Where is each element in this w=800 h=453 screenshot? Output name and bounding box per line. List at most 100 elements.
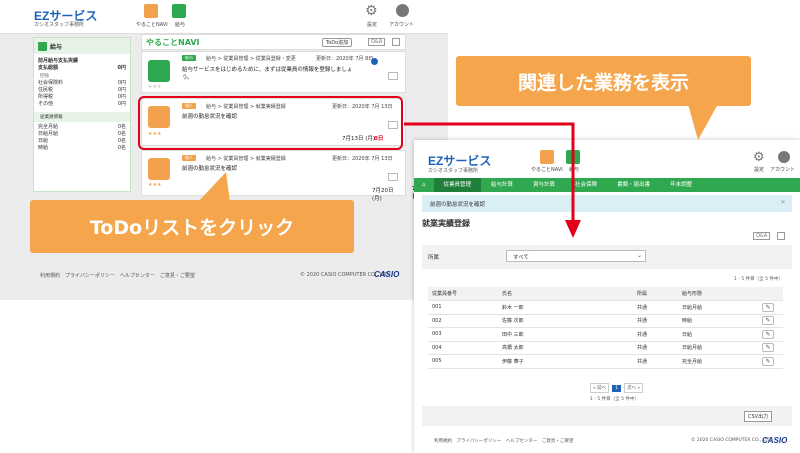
table-header: 従業員番号 氏名 所属 給与形態 [428, 287, 783, 301]
list-item: 日給月給 0名 [38, 131, 126, 137]
todo-text: 前週の勤怠状況を確認 [182, 166, 238, 172]
logo-sub: カシオスタッフ事務所 [34, 22, 85, 28]
gear-icon[interactable]: ⚙ [753, 151, 765, 164]
filter-label: 所属 [428, 255, 440, 261]
popout-icon[interactable] [777, 232, 785, 240]
col-affiliation: 所属 [633, 287, 678, 301]
pager-next[interactable]: 次へ » [624, 383, 644, 393]
filter-select[interactable]: すべて ⌄ [506, 250, 646, 262]
edit-icon[interactable]: ✎ [762, 329, 774, 339]
close-icon[interactable]: × [780, 198, 786, 206]
employee-list: 完全月給 0名 日給月給 0名 日給 0名 時給 0名 [34, 122, 130, 152]
star-rating: ★★★ [148, 84, 162, 90]
result-count: 1 - 5 件目（全 5 件中） [734, 277, 783, 282]
expand-button[interactable] [388, 72, 398, 80]
category-badge: 個人 [182, 155, 196, 161]
callout-click-todo: ToDoリストをクリック [30, 200, 354, 253]
todo-card[interactable]: ★★★ 個人 給与 > 従業員管理 > 就業実績登録 更新日：2020年 7月 … [141, 150, 418, 202]
footer-links[interactable]: 利用規約 プライバシーポリシー ヘルプセンター ご意見・ご要望 [434, 438, 573, 444]
edit-icon[interactable]: ✎ [762, 316, 774, 326]
edit-icon[interactable]: ✎ [762, 343, 774, 353]
pager-page[interactable]: 1 [612, 384, 622, 392]
todo-card[interactable]: ★★★ 給与 給与 > 従業員管理 > 従業員登録・変更 更新日：2020年 7… [141, 51, 406, 93]
list-item: 住民税 0円 [38, 87, 126, 93]
qa-button[interactable]: Q&A [753, 232, 771, 240]
panel-header: 給与 [34, 38, 130, 54]
table-row[interactable]: 004 高橋 太郎 共通 日給月給 ✎ [428, 341, 783, 355]
breadcrumb: 給与 > 従業員管理 > 就業実績登録 [206, 156, 286, 162]
highlight-frame [138, 96, 403, 150]
settings-label: 設定 [754, 167, 765, 173]
list-item: 社会保険料 0円 [38, 80, 126, 86]
todo-add-button[interactable]: ToDo追加 [322, 38, 353, 47]
popout-icon[interactable] [392, 38, 400, 46]
col-name[interactable]: 氏名 [498, 287, 633, 301]
callout-related-tasks: 関連した業務を表示 [456, 56, 751, 106]
list-item: その他 0円 [38, 101, 126, 107]
pagination: « 前へ 1 次へ » [590, 383, 644, 393]
paid-label: 支払総額 [38, 65, 59, 71]
payroll-icon [38, 41, 47, 51]
list-item: 日給 0名 [38, 138, 126, 144]
payroll-icon [148, 60, 170, 82]
table-row[interactable]: 002 佐藤 次郎 共通 時給 ✎ [428, 314, 783, 328]
nav-documents[interactable]: 書類・届出書 [607, 178, 660, 192]
navi-title: やることNAVI [146, 38, 200, 47]
account-icon[interactable] [778, 151, 790, 163]
filter-value: すべて [513, 255, 529, 261]
section-title: 前月給与支払実績 [38, 58, 79, 64]
dashboard-screen: EZサービス カシオスタッフ事務所 やることNAVI 給与 ⚙ 設定 アカウント… [0, 0, 448, 300]
col-number[interactable]: 従業員番号 [428, 287, 498, 301]
todo-navi-label: やることNAVI [136, 22, 168, 28]
todo-text: 給与サービスをはじめるために、まずは従業員の情報を登録しましょう。 [182, 67, 353, 81]
payroll-label: 給与 [175, 22, 186, 28]
list-item: 完全月給 0名 [38, 124, 126, 130]
deduction-list: 社会保険料 0円 住民税 0円 所得税 0円 その他 0円 [34, 80, 130, 108]
breadcrumb: 給与 > 従業員管理 > 従業員登録・変更 [206, 56, 296, 62]
panel-title: 給与 [50, 43, 63, 51]
edit-icon[interactable]: ✎ [762, 356, 774, 366]
nav-year-end[interactable]: 年末調整 [660, 178, 702, 192]
gear-icon[interactable]: ⚙ [365, 4, 378, 18]
table-row[interactable]: 005 伊藤 華子 共通 完全月給 ✎ [428, 354, 783, 369]
account-label: アカウント [389, 22, 415, 28]
star-rating: ★★★ [148, 182, 162, 188]
deduction-label: 控除 [40, 74, 49, 79]
qa-button[interactable]: Q&A [368, 38, 386, 46]
col-pay-type[interactable]: 給与形態 [678, 287, 758, 301]
list-item: 時給 0名 [38, 145, 126, 151]
chevron-down-icon: ⌄ [637, 252, 643, 259]
account-label: アカウント [770, 167, 796, 173]
action-bar: CSV出力 [422, 406, 792, 426]
person-icon [148, 158, 170, 180]
navi-header: やることNAVI ToDo追加 Q&A [141, 34, 406, 50]
paid-value: 0円 [117, 65, 126, 71]
todo-navi-icon[interactable] [144, 4, 158, 18]
paid-total-row: 支払総額 0円 [34, 65, 130, 72]
callout-tail [688, 104, 718, 140]
casio-logo: CASIO [762, 436, 788, 445]
expand-button[interactable] [388, 173, 398, 181]
list-item: 所得税 0円 [38, 94, 126, 100]
table-row[interactable]: 003 田中 三郎 共通 日給 ✎ [428, 327, 783, 342]
flow-arrow [404, 122, 581, 238]
payroll-summary-panel: 給与 前月給与支払実績 支払総額 0円 控除 社会保険料 0円 住民税 0円 所得税 0… [33, 37, 131, 192]
table-row[interactable]: 001 鈴木 一郎 共通 日給月給 ✎ [428, 300, 783, 315]
category-badge: 給与 [182, 55, 196, 61]
info-icon[interactable] [371, 58, 378, 65]
footer-links[interactable]: 利用規約 プライバシーポリシー ヘルプセンター ご意見・ご要望 [40, 272, 195, 279]
settings-label: 設定 [367, 22, 378, 28]
account-icon[interactable] [396, 4, 409, 17]
pager-prev[interactable]: « 前へ [590, 383, 610, 393]
employee-section-title: 従業員情報 [34, 112, 130, 122]
updated-date: 更新日：2020年 7月 13日 [332, 156, 393, 162]
edit-icon[interactable]: ✎ [762, 302, 774, 312]
callout-tail [198, 172, 230, 202]
due-date: 7月20日 (月) [372, 188, 394, 202]
payroll-icon[interactable] [172, 4, 186, 18]
casio-logo: CASIO [374, 270, 400, 279]
csv-export-button[interactable]: CSV出力 [744, 411, 773, 422]
updated-date: 更新日：2020年 7月 8日 [316, 56, 374, 62]
header: EZサービス カシオスタッフ事務所 やることNAVI 給与 ⚙ 設定 アカウント [0, 0, 448, 34]
filter-bar: 所属 すべて ⌄ [422, 245, 792, 269]
